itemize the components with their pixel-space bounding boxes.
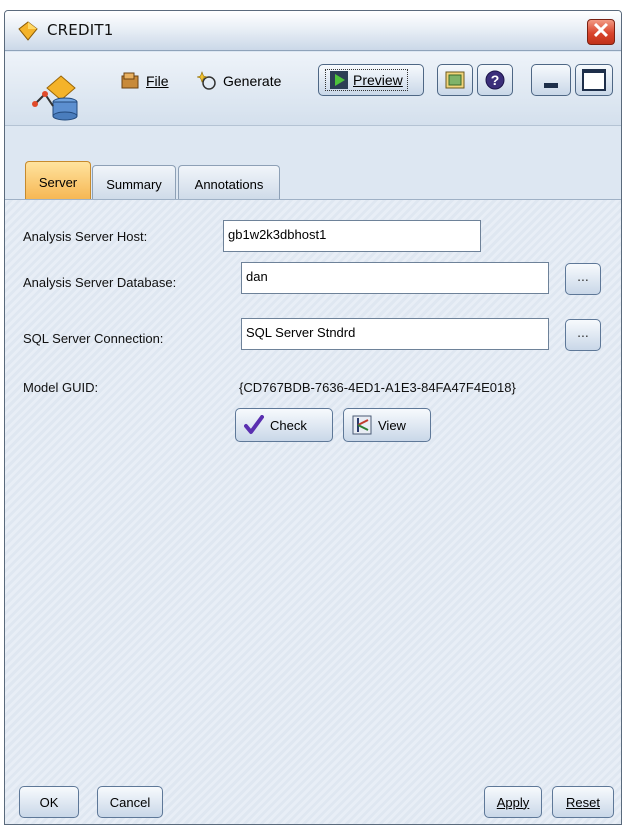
file-icon — [121, 72, 139, 89]
check-button[interactable]: Check — [235, 408, 333, 442]
tab-summary[interactable]: Summary — [92, 165, 176, 199]
database-label: Analysis Server Database: — [23, 275, 177, 290]
toolbar: File Generate Preview ? — [5, 52, 621, 126]
host-label: Analysis Server Host: — [23, 229, 148, 244]
tab-strip: Server Summary Annotations — [5, 161, 621, 200]
apply-label: Apply — [496, 794, 530, 810]
svg-text:?: ? — [491, 72, 500, 88]
check-label: Check — [270, 417, 307, 433]
view-model-icon — [352, 415, 372, 435]
reset-button[interactable]: Reset — [552, 786, 614, 818]
close-icon: ✕ — [591, 18, 611, 43]
file-menu[interactable]: File — [120, 69, 169, 93]
node-diamond-icon — [18, 21, 38, 41]
tab-server-label: Server — [38, 175, 78, 190]
generate-menu[interactable]: Generate — [197, 69, 281, 93]
cancel-label: Cancel — [109, 794, 151, 810]
dialog-window: CREDIT1 ✕ File Generate Preview ? Server… — [4, 10, 622, 825]
window-title: CREDIT1 — [47, 21, 114, 39]
ok-label: OK — [39, 794, 59, 810]
export-button[interactable] — [437, 64, 473, 96]
checkmark-icon — [244, 415, 264, 434]
play-icon — [330, 71, 348, 89]
minimize-icon — [544, 82, 558, 88]
tab-server[interactable]: Server — [25, 161, 91, 200]
reset-label: Reset — [566, 794, 600, 810]
tab-annotations-label: Annotations — [194, 177, 264, 192]
host-input[interactable]: gb1w2k3dbhost1 — [223, 220, 481, 252]
database-browse-button[interactable]: ... — [565, 263, 601, 295]
maximize-button[interactable] — [575, 64, 613, 96]
cancel-button[interactable]: Cancel — [97, 786, 163, 818]
tab-annotations[interactable]: Annotations — [178, 165, 280, 199]
generate-menu-label: Generate — [223, 73, 282, 89]
model-guid-value: {CD767BDB-7636-4ED1-A1E3-84FA47F4E018} — [239, 380, 516, 395]
ok-button[interactable]: OK — [19, 786, 79, 818]
tab-summary-label: Summary — [106, 177, 162, 192]
minimize-button[interactable] — [531, 64, 571, 96]
close-button[interactable]: ✕ — [587, 19, 615, 45]
view-label: View — [378, 417, 406, 433]
preview-label: Preview — [353, 72, 403, 88]
sql-connection-input[interactable]: SQL Server Stndrd — [241, 318, 549, 350]
sql-connection-browse-button[interactable]: ... — [565, 319, 601, 351]
export-table-icon — [445, 71, 465, 89]
apply-button[interactable]: Apply — [484, 786, 542, 818]
sql-connection-label: SQL Server Connection: — [23, 331, 164, 346]
help-button[interactable]: ? — [477, 64, 513, 96]
database-model-icon — [32, 75, 78, 121]
database-input[interactable]: dan — [241, 262, 549, 294]
file-menu-label: File — [146, 73, 169, 89]
help-icon: ? — [485, 70, 505, 90]
generate-sparkle-icon — [197, 71, 216, 90]
server-panel: Analysis Server Host: gb1w2k3dbhost1 Ana… — [5, 199, 621, 824]
view-button[interactable]: View — [343, 408, 431, 442]
maximize-icon — [582, 69, 606, 91]
preview-button[interactable]: Preview — [318, 64, 424, 96]
model-guid-label: Model GUID: — [23, 380, 99, 395]
title-bar[interactable]: CREDIT1 ✕ — [5, 11, 621, 51]
